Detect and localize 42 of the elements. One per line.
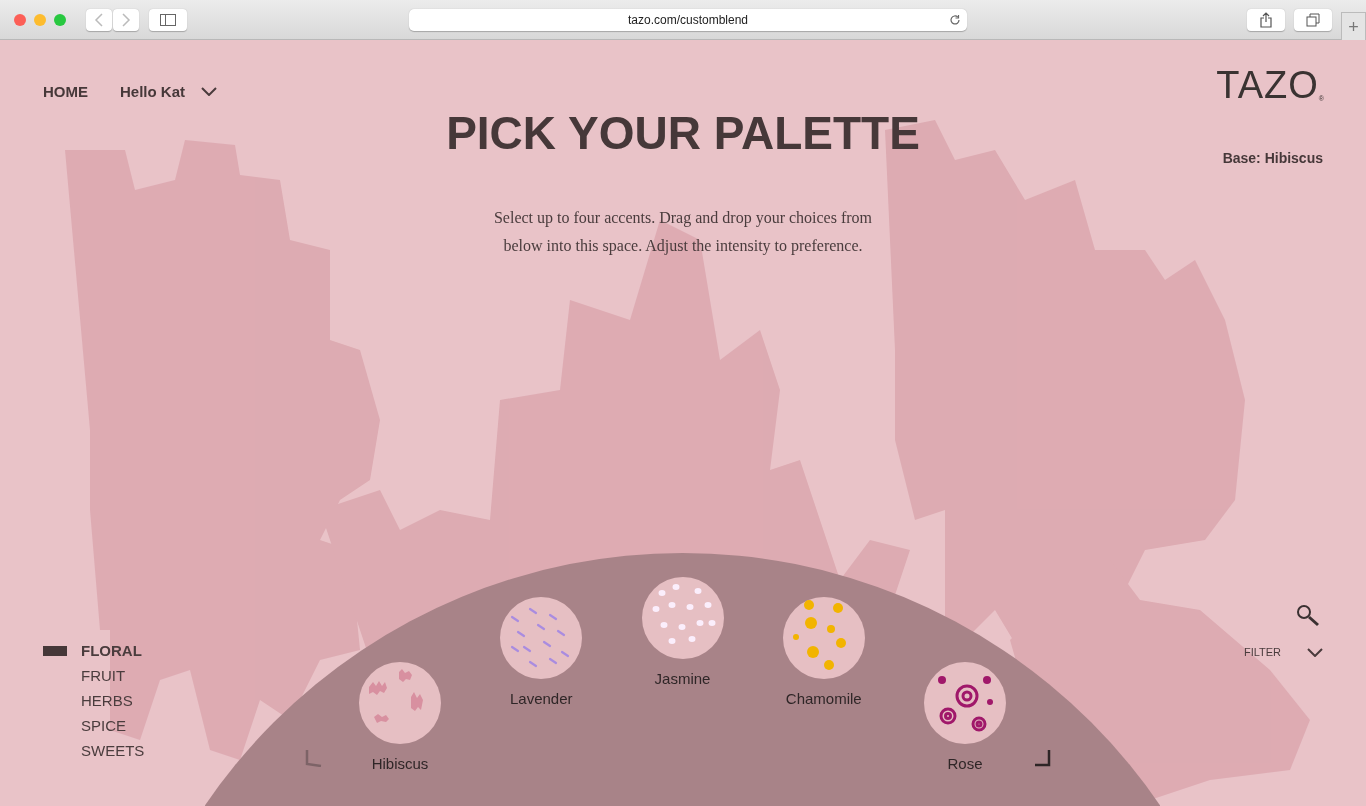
close-window-button[interactable] [14,13,26,26]
category-tab[interactable]: FLORAL [81,642,142,659]
chevron-right-icon [121,12,131,27]
filter-dropdown[interactable]: FILTER [1243,646,1323,658]
ingredient-swatch[interactable] [641,577,724,659]
address-bar[interactable]: tazo.com/customblend [409,8,967,31]
back-button[interactable] [86,8,112,31]
home-link[interactable]: HOME [43,82,88,100]
forward-button[interactable] [113,8,139,31]
chevron-left-icon [94,12,104,27]
category-tab[interactable]: HERBS [81,692,133,709]
ingredient-name: Lavender [509,689,573,707]
share-button[interactable] [1247,8,1285,31]
ingredient-name: Jasmine [654,670,711,687]
zoom-window-button[interactable] [54,13,66,26]
chevron-down-icon [1307,647,1323,657]
minimize-window-button[interactable] [34,13,46,26]
category-tab[interactable]: SWEETS [81,742,145,759]
base-label: Base: Hibiscus [1222,150,1323,166]
sidebar-icon [160,13,176,26]
tabs-overview-button[interactable] [1294,8,1332,31]
page-title: PICK YOUR PALETTE [446,106,920,160]
category-tab[interactable]: SPICE [81,717,126,734]
category-tab[interactable]: FRUIT [81,667,126,684]
ingredient-name: Chamomile [785,689,862,707]
ingredient-name: Rose [947,754,983,772]
tabs-icon [1306,12,1320,27]
instructions-text: Select up to four accents. Drag and drop your choices from below into this space. Adjust the intensity to preference. [493,208,873,257]
reload-icon[interactable] [949,13,961,26]
ingredient-swatch[interactable] [924,661,1006,744]
ingredient-swatch[interactable] [782,596,865,679]
sidebar-button[interactable] [149,8,187,31]
ingredient-swatch[interactable] [359,661,441,744]
chevron-down-icon [201,86,217,96]
ingredient-name: Hibiscus [371,754,429,772]
search-icon[interactable] [1296,604,1320,628]
user-menu-button[interactable]: Hello Kat [120,82,217,100]
corner-bracket-icon[interactable] [1034,749,1052,767]
share-icon [1260,11,1272,28]
url-text: tazo.com/customblend [627,12,749,27]
new-tab-button[interactable]: + [1341,12,1366,40]
ingredient-swatch[interactable] [500,596,583,679]
